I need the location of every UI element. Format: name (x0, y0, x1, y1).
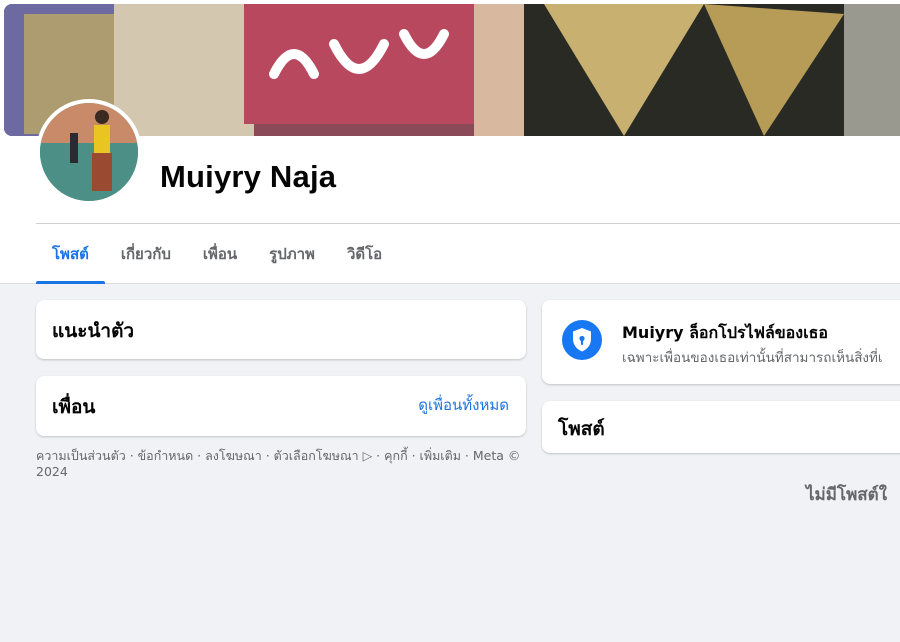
locked-profile-title: Muiyry ล็อกโปรไฟล์ของเธอ (622, 323, 828, 342)
profile-name: Muiyry Naja (160, 159, 337, 194)
shield-lock-icon (562, 320, 602, 360)
friends-title: เพื่อน (52, 396, 96, 418)
no-posts-message: ไม่มีโพสต์ใ (806, 485, 888, 505)
profile-avatar[interactable] (36, 99, 142, 205)
posts-card: โพสต์ (542, 401, 900, 453)
profile-tabs: โพสต์ เกี่ยวกับ เพื่อน รูปภาพ วิดีโอ (36, 224, 398, 284)
intro-card: แนะนำตัว (36, 300, 526, 359)
locked-profile-card: Muiyry ล็อกโปรไฟล์ของเธอ เฉพาะเพื่อนของเ… (542, 300, 900, 384)
avatar-image (40, 103, 138, 201)
friends-card: เพื่อน ดูเพื่อนทั้งหมด (36, 376, 526, 436)
tab-photos[interactable]: รูปภาพ (253, 224, 331, 284)
footer-links[interactable]: ความเป็นส่วนตัว · ข้อกำหนด · ลงโฆษณา · ต… (36, 448, 522, 480)
locked-profile-subtitle: เฉพาะเพื่อนของเธอเท่านั้นที่สามารถเห็นสิ… (622, 350, 883, 366)
posts-title: โพสต์ (558, 418, 605, 440)
tab-posts[interactable]: โพสต์ (36, 224, 105, 284)
tab-videos[interactable]: วิดีโอ (331, 224, 398, 284)
profile-header: Muiyry Naja โพสต์ เกี่ยวกับ เพื่อน รูปภา… (0, 0, 900, 284)
tab-friends[interactable]: เพื่อน (187, 224, 253, 284)
intro-title: แนะนำตัว (52, 320, 135, 342)
cover-photo[interactable] (4, 4, 900, 136)
see-all-friends-link[interactable]: ดูเพื่อนทั้งหมด (418, 393, 509, 417)
tab-about[interactable]: เกี่ยวกับ (105, 224, 187, 284)
